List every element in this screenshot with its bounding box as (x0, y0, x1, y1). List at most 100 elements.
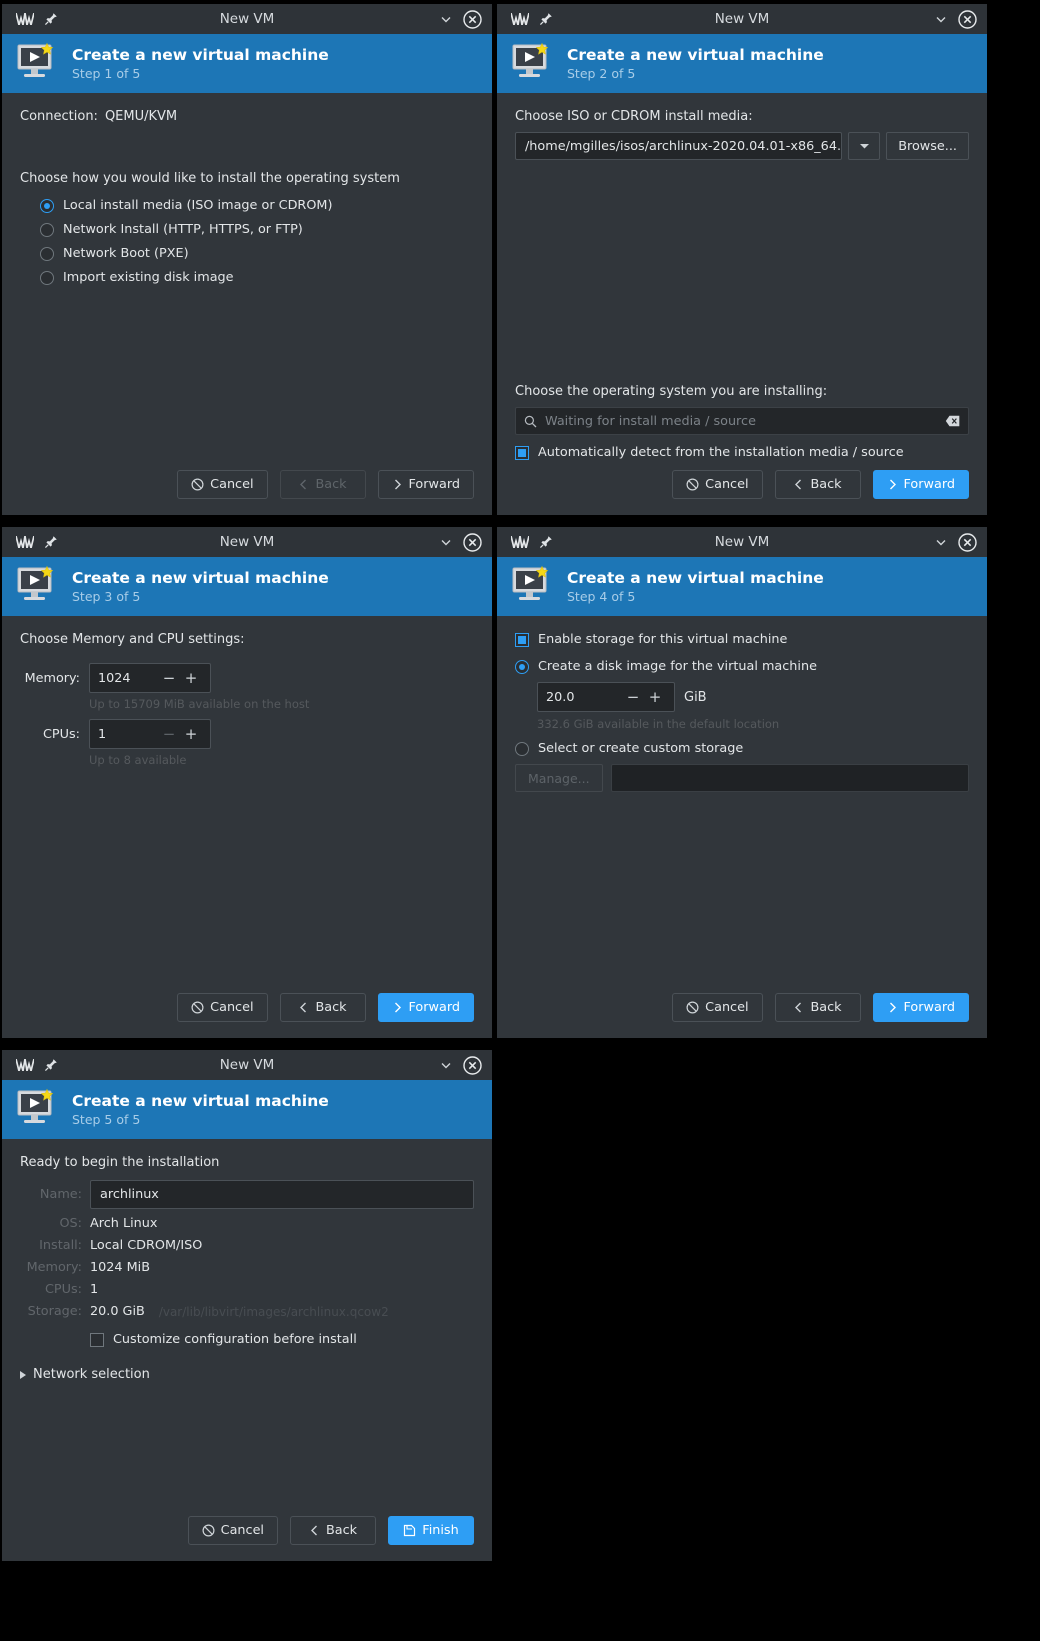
banner-text: Create a new virtual machine Step 4 of 5 (567, 569, 824, 604)
banner-substep: Step 3 of 5 (72, 589, 141, 604)
summary-row-os: OS: Arch Linux (20, 1216, 474, 1231)
back-button[interactable]: Back (290, 1516, 376, 1545)
chevron-down-icon[interactable] (439, 535, 453, 549)
chevron-down-icon[interactable] (934, 535, 948, 549)
radio-indicator (515, 659, 529, 674)
chevron-down-icon[interactable] (439, 1058, 453, 1072)
cancel-button[interactable]: Cancel (672, 470, 763, 499)
wizard-banner: Create a new virtual machine Step 3 of 5 (2, 557, 492, 616)
os-search-placeholder: Waiting for install media / source (545, 413, 756, 429)
radio-local-install-media[interactable]: Local install media (ISO image or CDROM) (40, 198, 474, 213)
vm-logo-icon (16, 1059, 34, 1071)
cpus-label: CPUs: (43, 726, 80, 742)
close-icon[interactable] (463, 9, 482, 29)
step3-body: Choose Memory and CPU settings: Memory: … (2, 616, 492, 993)
custom-storage-input[interactable] (610, 764, 969, 792)
back-button[interactable]: Back (774, 470, 861, 499)
back-button[interactable]: Back (279, 470, 366, 499)
forward-button[interactable]: Forward (872, 470, 969, 499)
back-button[interactable]: Back (279, 993, 366, 1022)
radio-import-existing-disk[interactable]: Import existing disk image (40, 270, 474, 285)
close-icon[interactable] (463, 1055, 482, 1075)
forward-button[interactable]: Forward (377, 470, 474, 499)
step4-footer: Cancel Back Forward (497, 993, 987, 1038)
step1-footer: Cancel Back Forward (2, 470, 492, 515)
iso-dropdown-button[interactable] (848, 132, 881, 160)
create-disk-label: Create a disk image for the virtual mach… (538, 659, 817, 674)
os-search-field[interactable]: Waiting for install media / source (515, 407, 969, 435)
window-title: New VM (714, 534, 770, 550)
banner-title: Create a new virtual machine (567, 46, 824, 64)
disk-size-unit: GiB (684, 689, 707, 705)
cancel-label: Cancel (220, 1523, 264, 1538)
cancel-button[interactable]: Cancel (177, 993, 268, 1022)
close-icon[interactable] (958, 9, 977, 29)
clear-icon (945, 415, 960, 427)
disk-size-increment-button[interactable]: + (644, 689, 666, 705)
forward-button[interactable]: Forward (872, 993, 969, 1022)
titlebar: New VM (497, 4, 987, 34)
os-choose-label: Choose the operating system you are inst… (515, 384, 828, 399)
chevron-down-icon[interactable] (934, 12, 948, 26)
cpus-decrement-button[interactable]: − (158, 726, 180, 742)
summary-value: 1024 MiB (90, 1260, 151, 1275)
enable-storage-checkbox[interactable]: Enable storage for this virtual machine (515, 632, 969, 647)
new-vm-monitor-icon (16, 565, 58, 609)
cancel-button[interactable]: Cancel (187, 1516, 278, 1545)
new-vm-window-step5: New VM Create a new virtual machine Step… (1, 1049, 493, 1562)
cancel-icon (686, 1001, 699, 1014)
banner-title: Create a new virtual machine (72, 569, 329, 587)
banner-substep: Step 5 of 5 (72, 1112, 141, 1127)
disk-size-decrement-button[interactable]: − (622, 689, 644, 705)
pin-icon[interactable] (44, 535, 58, 549)
step3-footer: Cancel Back Forward (2, 993, 492, 1038)
pin-icon[interactable] (539, 12, 553, 26)
cpus-increment-button[interactable]: + (180, 726, 202, 742)
memory-increment-button[interactable]: + (180, 670, 202, 686)
close-icon[interactable] (463, 532, 482, 552)
back-button[interactable]: Back (774, 993, 861, 1022)
radio-label: Network Boot (PXE) (63, 246, 189, 261)
cancel-button[interactable]: Cancel (672, 993, 763, 1022)
chevron-left-icon (310, 1525, 317, 1536)
caret-down-icon (859, 144, 869, 149)
finish-button[interactable]: Finish (388, 1516, 474, 1545)
radio-network-boot-pxe[interactable]: Network Boot (PXE) (40, 246, 474, 261)
browse-button[interactable]: Browse... (886, 132, 969, 160)
autodetect-os-checkbox[interactable]: Automatically detect from the installati… (515, 445, 969, 460)
cpus-spinbox[interactable]: 1 − + (89, 719, 211, 749)
radio-custom-storage[interactable]: Select or create custom storage (515, 741, 969, 756)
network-selection-expander[interactable]: Network selection (20, 1367, 474, 1382)
memory-spinbox[interactable]: 1024 − + (89, 663, 211, 693)
manage-button[interactable]: Manage... (515, 764, 603, 792)
banner-text: Create a new virtual machine Step 2 of 5 (567, 46, 824, 81)
screenshot-root: New VM Create a new virtual machine Step… (0, 0, 1040, 1641)
banner-text: Create a new virtual machine Step 3 of 5 (72, 569, 329, 604)
chevron-down-icon[interactable] (439, 12, 453, 26)
forward-button[interactable]: Forward (377, 993, 474, 1022)
connection-row: Connection: QEMU/KVM (20, 109, 474, 124)
install-method-prompt: Choose how you would like to install the… (20, 171, 400, 186)
memory-value: 1024 (98, 670, 131, 686)
pin-icon[interactable] (44, 1058, 58, 1072)
radio-indicator (515, 741, 529, 756)
vm-name-input[interactable]: archlinux (90, 1180, 474, 1209)
iso-media-row: /home/mgilles/isos/archlinux-2020.04.01-… (515, 132, 969, 160)
close-icon[interactable] (958, 532, 977, 552)
cancel-button[interactable]: Cancel (177, 470, 268, 499)
disk-size-spinbox[interactable]: 20.0 − + (537, 682, 675, 712)
pin-icon[interactable] (539, 535, 553, 549)
memory-decrement-button[interactable]: − (158, 670, 180, 686)
cpus-row: CPUs: 1 − + (20, 719, 474, 749)
customize-config-checkbox[interactable]: Customize configuration before install (90, 1332, 474, 1347)
step2-footer: Cancel Back Forward (497, 470, 987, 515)
memory-row: Memory: 1024 − + (20, 663, 474, 693)
install-method-options: Local install media (ISO image or CDROM)… (20, 198, 474, 285)
new-vm-monitor-icon (16, 42, 58, 86)
pin-icon[interactable] (44, 12, 58, 26)
radio-network-install[interactable]: Network Install (HTTP, HTTPS, or FTP) (40, 222, 474, 237)
radio-create-disk-image[interactable]: Create a disk image for the virtual mach… (515, 659, 969, 674)
radio-label: Network Install (HTTP, HTTPS, or FTP) (63, 222, 303, 237)
memory-cpu-heading: Choose Memory and CPU settings: (20, 632, 245, 647)
iso-path-input[interactable]: /home/mgilles/isos/archlinux-2020.04.01-… (515, 132, 843, 160)
